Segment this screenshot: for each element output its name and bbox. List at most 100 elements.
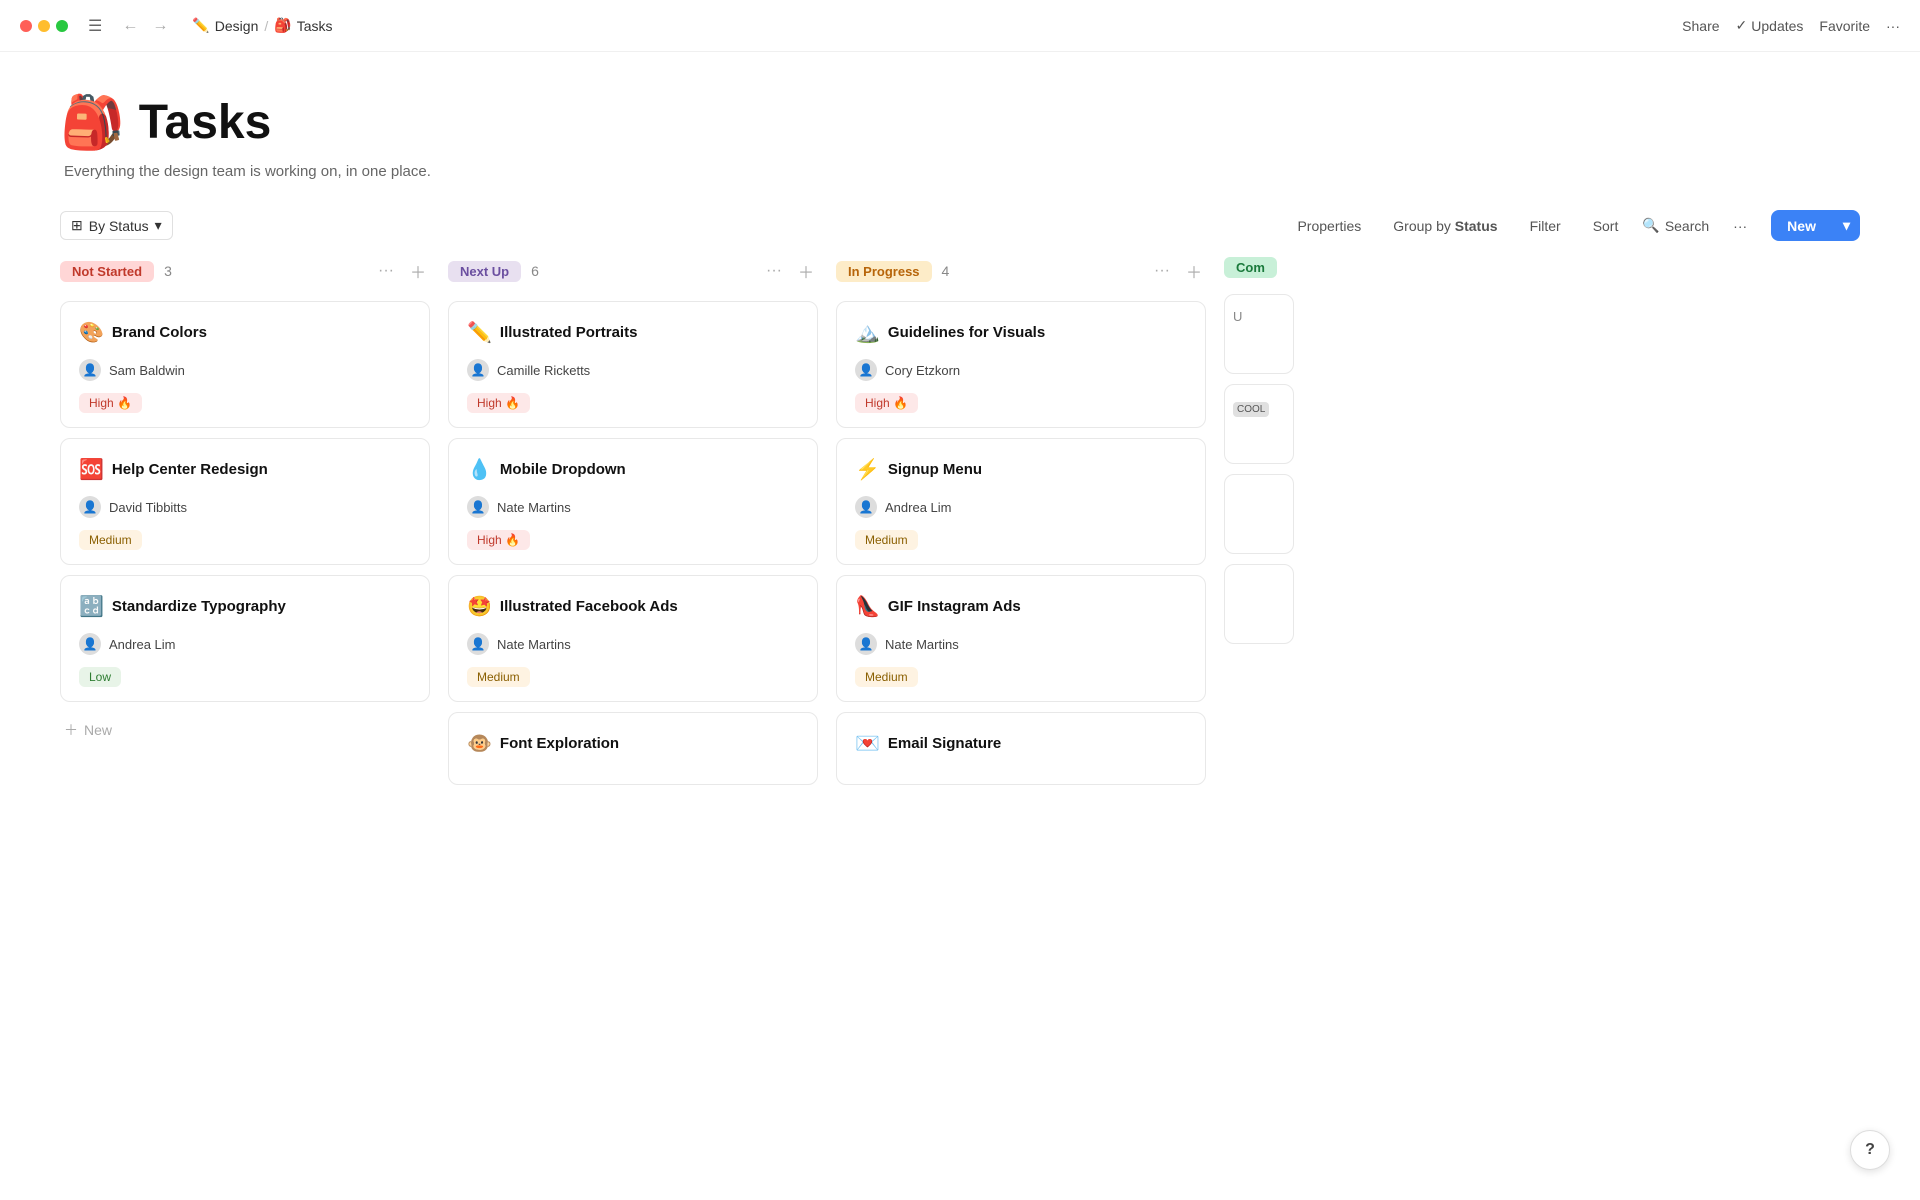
plus-icon: ＋ [64,720,78,740]
card-title: Mobile Dropdown [500,461,626,478]
more-button[interactable]: ··· [1886,18,1900,34]
card-person: 👤 Cory Etzkorn [855,359,1187,381]
card-signup-menu[interactable]: ⚡ Signup Menu 👤 Andrea Lim Medium [836,438,1206,565]
hamburger-icon[interactable]: ☰ [88,16,102,36]
card-emoji: ✏️ [467,320,492,345]
card-illustrated-portraits[interactable]: ✏️ Illustrated Portraits 👤 Camille Ricke… [448,301,818,428]
card-partial-1[interactable]: U [1224,294,1294,374]
maximize-button[interactable] [56,20,68,32]
card-title-row: 👠 GIF Instagram Ads [855,594,1187,619]
design-emoji: ✏️ [192,17,209,34]
updates-button[interactable]: ✓ Updates [1736,17,1804,34]
card-partial-4[interactable] [1224,564,1294,644]
filter-button[interactable]: Filter [1522,213,1569,239]
col-add-in-progress[interactable]: ＋ [1182,257,1206,285]
card-title-row: 💌 Email Signature [855,731,1187,756]
card-title-row: 💧 Mobile Dropdown [467,457,799,482]
col-add-not-started[interactable]: ＋ [406,257,430,285]
properties-button[interactable]: Properties [1289,213,1369,239]
card-emoji: 👠 [855,594,880,619]
card-illustrated-facebook-ads[interactable]: 🤩 Illustrated Facebook Ads 👤 Nate Martin… [448,575,818,702]
help-icon: ? [1865,1141,1875,1159]
add-label: New [84,722,112,738]
avatar: 👤 [467,496,489,518]
card-font-exploration[interactable]: 🐵 Font Exploration [448,712,818,785]
help-button[interactable]: ? [1850,1130,1890,1170]
card-brand-colors[interactable]: 🎨 Brand Colors 👤 Sam Baldwin High 🔥 [60,301,430,428]
new-button[interactable]: New ▾ [1771,210,1860,241]
card-person: 👤 Nate Martins [855,633,1187,655]
card-help-center[interactable]: 🆘 Help Center Redesign 👤 David Tibbitts … [60,438,430,565]
column-complete-partial: Com U COOL [1224,257,1294,795]
page-title: Tasks [139,95,272,150]
card-mobile-dropdown[interactable]: 💧 Mobile Dropdown 👤 Nate Martins High 🔥 [448,438,818,565]
card-partial-3[interactable] [1224,474,1294,554]
person-name: David Tibbitts [109,500,187,515]
column-header-not-started: Not Started 3 ··· ＋ [60,257,430,285]
priority-badge: Medium [855,530,918,550]
share-button[interactable]: Share [1682,18,1719,34]
card-email-signature[interactable]: 💌 Email Signature [836,712,1206,785]
breadcrumb-design[interactable]: ✏️ Design [192,17,258,34]
view-selector[interactable]: ⊞ By Status ▾ [60,211,173,240]
chevron-down-icon: ▾ [155,217,162,234]
sort-button[interactable]: Sort [1585,213,1627,239]
card-person: 👤 Nate Martins [467,633,799,655]
person-name: Nate Martins [497,500,571,515]
column-header-next-up: Next Up 6 ··· ＋ [448,257,818,285]
priority-badge: High 🔥 [467,393,530,413]
minimize-button[interactable] [38,20,50,32]
card-person: 👤 Nate Martins [467,496,799,518]
more-options-button[interactable]: ··· [1725,213,1755,239]
card-title-row: 🔡 Standardize Typography [79,594,411,619]
board: Not Started 3 ··· ＋ 🎨 Brand Colors 👤 Sam… [0,257,1920,795]
card-title: Signup Menu [888,461,982,478]
card-title-row: ✏️ Illustrated Portraits [467,320,799,345]
page-title-row: 🎒 Tasks [60,92,1860,153]
status-badge-complete: Com [1224,257,1277,278]
card-standardize-typography[interactable]: 🔡 Standardize Typography 👤 Andrea Lim Lo… [60,575,430,702]
card-title-row: ⚡ Signup Menu [855,457,1187,482]
col-more-next-up[interactable]: ··· [762,260,786,282]
add-new-not-started[interactable]: ＋ New [60,712,430,748]
search-button[interactable]: 🔍 Search [1642,217,1709,234]
back-button[interactable]: ← [118,15,142,37]
avatar: 👤 [79,633,101,655]
nav-arrows: ← → [118,15,172,37]
status-badge-not-started: Not Started [60,261,154,282]
group-by-label: Group by [1393,218,1451,234]
partial-card-label: U [1233,309,1285,324]
card-partial-2[interactable]: COOL [1224,384,1294,464]
col-count-next-up: 6 [531,263,539,279]
breadcrumb-child-label: Tasks [297,18,333,34]
favorite-button[interactable]: Favorite [1819,18,1870,34]
col-more-in-progress[interactable]: ··· [1150,260,1174,282]
tasks-emoji: 🎒 [274,17,291,34]
check-icon: ✓ [1736,17,1748,34]
card-title: Email Signature [888,735,1001,752]
col-add-next-up[interactable]: ＋ [794,257,818,285]
search-icon: 🔍 [1642,217,1659,234]
breadcrumb-parent-label: Design [215,18,259,34]
priority-badge: Medium [79,530,142,550]
page-emoji: 🎒 [60,92,125,153]
person-name: Cory Etzkorn [885,363,960,378]
forward-button[interactable]: → [148,15,172,37]
close-button[interactable] [20,20,32,32]
group-by-button[interactable]: Group by Status [1385,213,1505,239]
priority-badge: Medium [467,667,530,687]
card-gif-instagram-ads[interactable]: 👠 GIF Instagram Ads 👤 Nate Martins Mediu… [836,575,1206,702]
col-more-not-started[interactable]: ··· [374,260,398,282]
col-actions-next-up: ··· ＋ [762,257,818,285]
card-person: 👤 Andrea Lim [855,496,1187,518]
breadcrumb-tasks[interactable]: 🎒 Tasks [274,17,332,34]
updates-label: Updates [1751,18,1803,34]
avatar: 👤 [855,633,877,655]
new-button-arrow[interactable]: ▾ [1833,210,1860,241]
card-guidelines-visuals[interactable]: 🏔️ Guidelines for Visuals 👤 Cory Etzkorn… [836,301,1206,428]
page-header: 🎒 Tasks Everything the design team is wo… [0,52,1920,200]
card-emoji: 🔡 [79,594,104,619]
card-title: Help Center Redesign [112,461,268,478]
column-header-in-progress: In Progress 4 ··· ＋ [836,257,1206,285]
new-button-label: New [1771,211,1832,241]
